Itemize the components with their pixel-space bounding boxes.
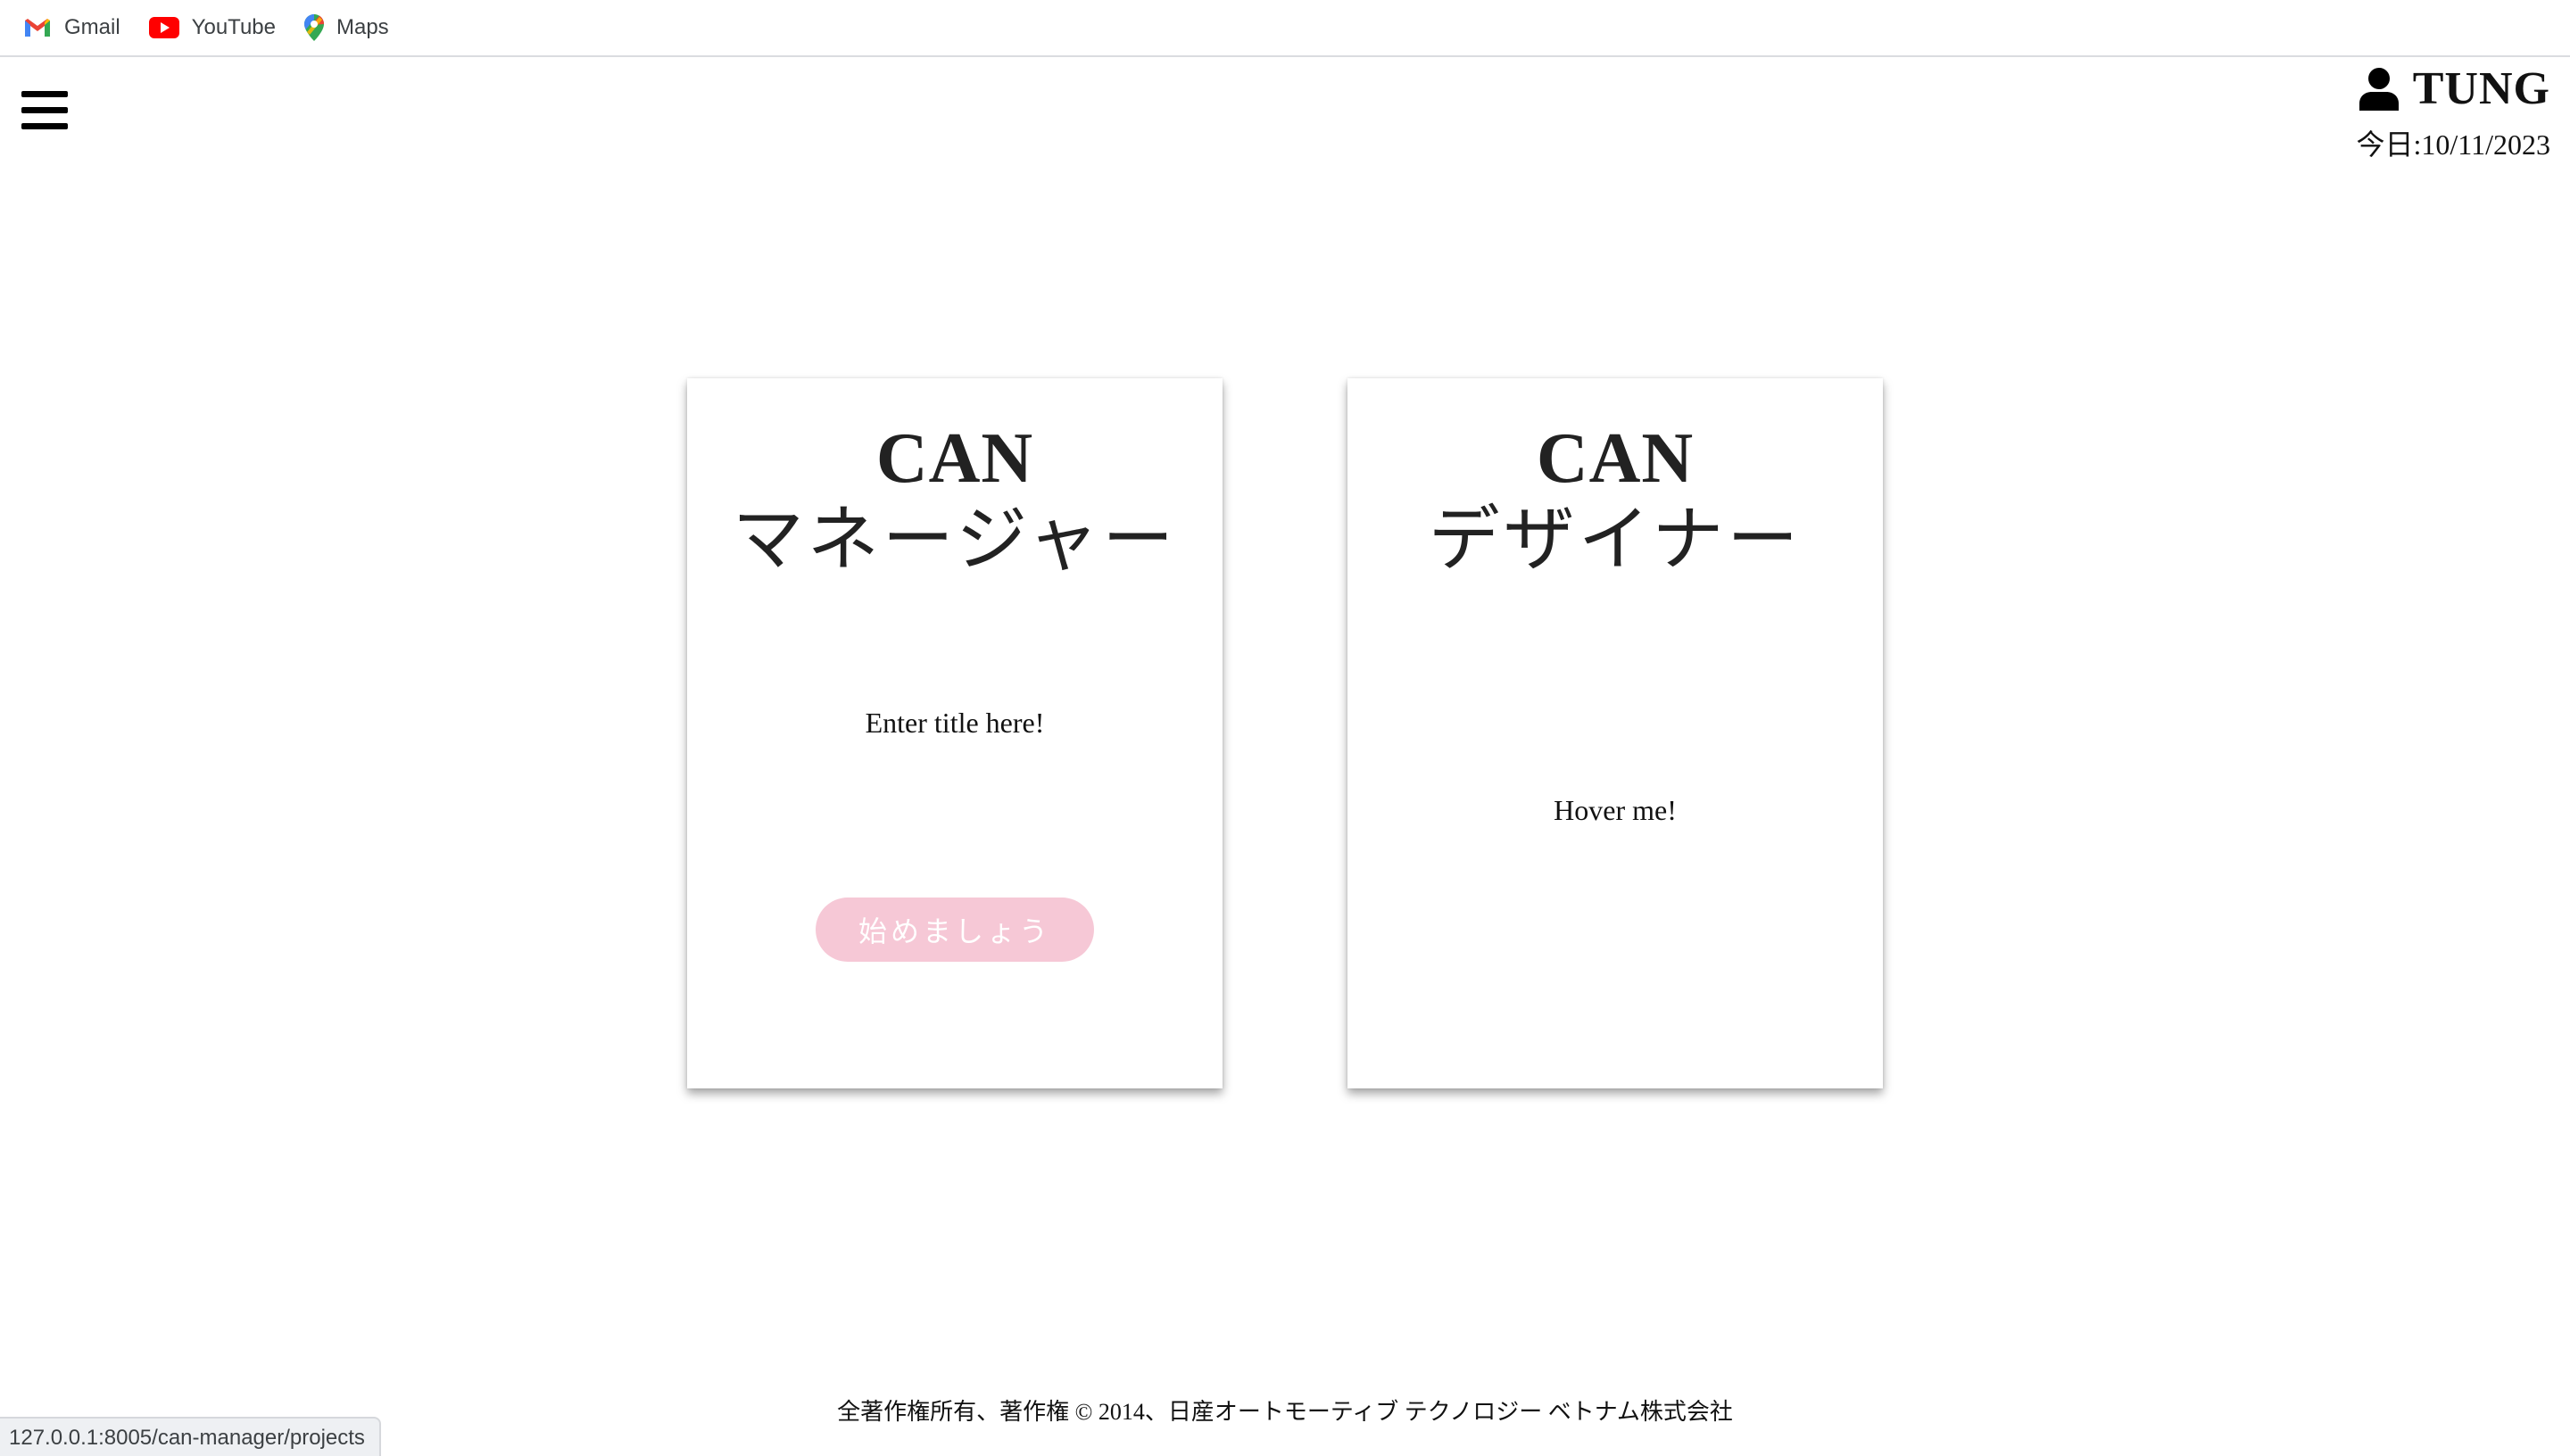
can-designer-card[interactable]: CAN デザイナー Hover me! (1347, 378, 1883, 1088)
card-title-jp: デザイナー (1428, 501, 1803, 580)
card-subtitle: Hover me! (1554, 794, 1677, 826)
bookmark-gmail[interactable]: Gmail (23, 15, 120, 40)
youtube-icon (148, 17, 179, 38)
bookmark-label-gmail: Gmail (64, 15, 120, 39)
user-icon (2359, 67, 2399, 111)
maps-icon (303, 14, 324, 41)
gmail-icon (25, 19, 50, 37)
can-manager-card[interactable]: CAN マネージャー Enter title here! 始めましょう (687, 378, 1223, 1088)
card-subtitle: Enter title here! (865, 707, 1045, 739)
card-title-en: CAN (1536, 419, 1695, 498)
user-name: TUNG (2412, 63, 2550, 114)
bookmark-label-maps: Maps (336, 15, 389, 39)
card-title-en: CAN (875, 419, 1034, 498)
user-line[interactable]: TUNG (2357, 62, 2551, 115)
bookmark-maps[interactable]: Maps (303, 14, 389, 41)
bookmark-label-youtube: YouTube (191, 15, 276, 39)
bookmark-youtube[interactable]: YouTube (148, 15, 276, 40)
status-bar-url: 127.0.0.1:8005/can-manager/projects (0, 1417, 381, 1456)
today-date: 今日:10/11/2023 (2356, 128, 2551, 161)
bookmarks-bar: Gmail YouTube Maps (0, 0, 2570, 57)
card-title-jp: マネージャー (732, 501, 1178, 580)
hamburger-menu-icon[interactable] (21, 89, 68, 132)
user-area: TUNG 今日:10/11/2023 (2357, 62, 2551, 163)
footer-copyright: 全著作権所有、著作権 © 2014、日産オートモーティブ テクノロジー ベトナム… (837, 1399, 1733, 1425)
start-button[interactable]: 始めましょう (816, 898, 1094, 962)
